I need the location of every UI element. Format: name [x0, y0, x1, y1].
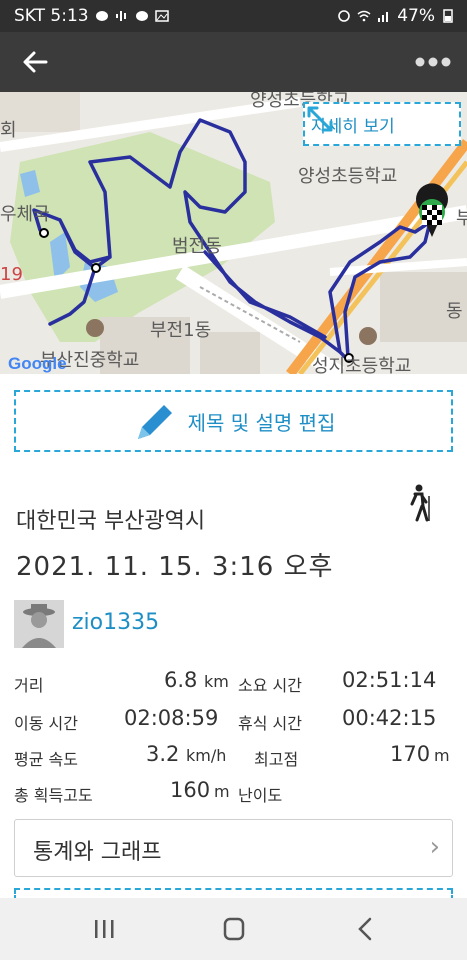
app-bar	[0, 32, 467, 92]
max-altitude-value: 170	[390, 742, 431, 766]
duration-value: 02:51:14	[342, 668, 437, 692]
wifi-icon	[357, 10, 371, 22]
google-attribution: Google	[8, 354, 67, 373]
more-horizontal-icon[interactable]	[413, 50, 453, 74]
elevation-gain-label: 총 획득고도	[14, 786, 93, 805]
pencil-icon	[137, 405, 172, 439]
map-label-beomjeon: 범전동	[172, 236, 222, 257]
moving-time-value: 02:08:59	[124, 706, 219, 730]
message-icon	[135, 11, 148, 21]
avg-speed-value: 3.2	[146, 742, 180, 766]
stat-row: 이동 시간 02:08:59 휴식 시간 00:42:15	[14, 706, 454, 736]
stats-and-graph-button[interactable]: 통계와 그래프 ›	[14, 819, 453, 877]
home-icon[interactable]	[214, 914, 254, 944]
distance-label: 거리	[14, 676, 44, 695]
alarm-icon	[338, 10, 351, 22]
system-nav-bar	[0, 898, 467, 960]
duration-label: 소요 시간	[238, 676, 302, 695]
elevation-gain-unit: m	[214, 782, 230, 801]
carrier-time: SKT 5:13	[14, 6, 89, 26]
max-altitude-unit: m	[434, 746, 450, 765]
rest-time-label: 휴식 시간	[238, 714, 302, 733]
image-icon	[154, 10, 169, 22]
stat-row: 거리 6.8 km 소요 시간 02:51:14	[14, 668, 454, 698]
elevation-gain-value: 160	[170, 778, 211, 802]
chat-bubble-icon	[95, 11, 108, 21]
rest-time-value: 00:42:15	[342, 706, 437, 730]
distance-unit: km	[204, 672, 229, 691]
username-link[interactable]: zio1335	[72, 610, 159, 635]
activity-datetime: 2021. 11. 15. 3:16 오후	[16, 552, 334, 582]
avg-speed-unit: km/h	[186, 746, 227, 765]
battery-level: 47%	[397, 6, 435, 26]
battery-icon	[443, 9, 453, 23]
map-label-dong: 동	[446, 301, 463, 322]
activity-location: 대한민국 부산광역시	[16, 509, 206, 534]
arrow-left-icon[interactable]	[18, 46, 52, 78]
status-bar: SKT 5:13 47%	[0, 0, 467, 32]
hiking-icon	[410, 484, 430, 522]
edit-title-description-button[interactable]: 제목 및 설명 편집	[14, 390, 453, 452]
audio-icon	[115, 11, 126, 21]
user-silhouette-icon	[22, 604, 56, 648]
map-label-post-office: 우체국	[0, 204, 50, 225]
max-altitude-label: 최고점	[254, 750, 299, 769]
avatar[interactable]	[14, 600, 64, 648]
map-label-yangseong-school: 양성초등학교	[298, 166, 398, 187]
distance-value: 6.8	[164, 668, 198, 692]
map-label-seongji-school: 성지초등학교	[312, 356, 412, 374]
view-detail-button[interactable]: 자세히 보기	[303, 102, 461, 146]
map-label-bu: 부	[456, 208, 467, 229]
edit-title-label: 제목 및 설명 편집	[187, 410, 336, 435]
avg-speed-label: 평균 속도	[14, 750, 78, 769]
expand-icon	[307, 106, 333, 132]
map-label-hoe: 회	[0, 120, 17, 141]
map-label-bujeon1: 부전1동	[150, 320, 212, 341]
map-label-19: 19	[0, 264, 23, 285]
stats-and-graph-label: 통계와 그래프	[33, 840, 162, 865]
stat-row: 평균 속도 3.2 km/h 최고점 170 m	[14, 742, 454, 772]
stat-row: 총 획득고도 160 m 난이도	[14, 778, 454, 808]
signal-icon	[378, 12, 389, 22]
route-map[interactable]: 양성초등학교 회 양성초등학교 우체국 부 범전동 19 동 부전1동 부산진중…	[0, 92, 467, 374]
moving-time-label: 이동 시간	[14, 714, 78, 733]
chevron-right-icon: ›	[429, 832, 440, 862]
back-icon[interactable]	[346, 914, 386, 944]
difficulty-label: 난이도	[238, 786, 283, 805]
recent-apps-icon[interactable]	[84, 914, 124, 944]
